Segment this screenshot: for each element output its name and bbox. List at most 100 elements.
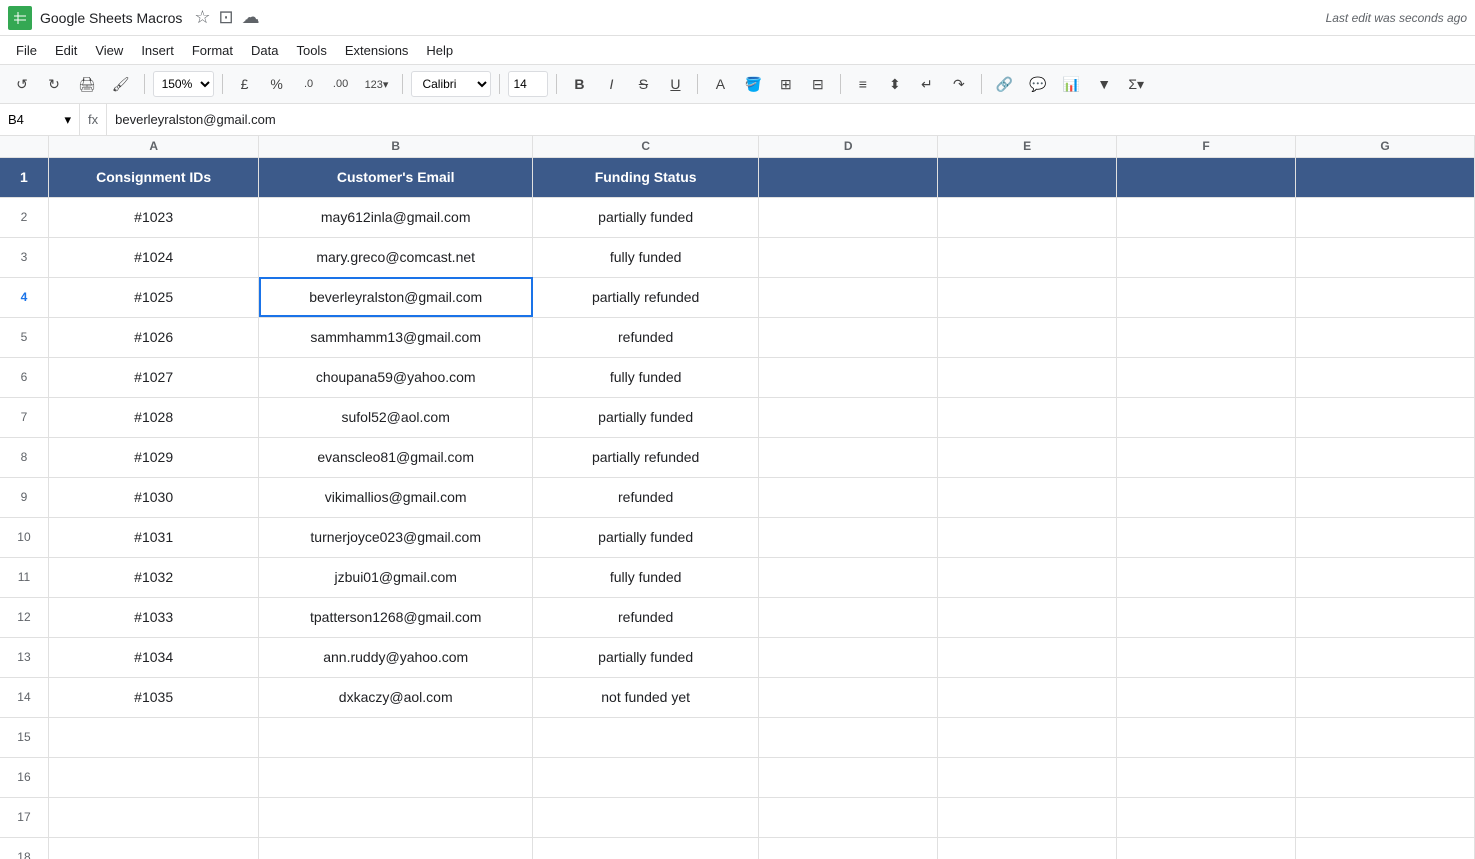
cell-e13[interactable]	[938, 637, 1117, 677]
rotate-button[interactable]: ↷	[945, 70, 973, 98]
cell-f3[interactable]	[1117, 237, 1296, 277]
cell-e15[interactable]	[938, 717, 1117, 757]
cell-d11[interactable]	[759, 557, 938, 597]
currency-button[interactable]: £	[231, 70, 259, 98]
cell-e14[interactable]	[938, 677, 1117, 717]
filter-button[interactable]: ▼	[1090, 70, 1118, 98]
col-header-f[interactable]: F	[1117, 136, 1296, 157]
cell-f18[interactable]	[1117, 837, 1296, 859]
cell-d9[interactable]	[759, 477, 938, 517]
cell-b16[interactable]	[259, 757, 533, 797]
cell-f2[interactable]	[1117, 197, 1296, 237]
cell-b12[interactable]: tpatterson1268@gmail.com	[259, 597, 533, 637]
function-button[interactable]: Σ▾	[1122, 70, 1150, 98]
cell-d3[interactable]	[759, 237, 938, 277]
cell-e2[interactable]	[938, 197, 1117, 237]
cell-c14[interactable]: not funded yet	[533, 677, 759, 717]
menu-help[interactable]: Help	[418, 40, 461, 61]
cell-a2[interactable]: #1023	[48, 197, 258, 237]
cell-f1[interactable]	[1117, 157, 1296, 197]
cell-a9[interactable]: #1030	[48, 477, 258, 517]
underline-button[interactable]: U	[661, 70, 689, 98]
cell-g2[interactable]	[1296, 197, 1475, 237]
cell-d2[interactable]	[759, 197, 938, 237]
cell-f16[interactable]	[1117, 757, 1296, 797]
cell-f12[interactable]	[1117, 597, 1296, 637]
menu-edit[interactable]: Edit	[47, 40, 85, 61]
cell-g18[interactable]	[1296, 837, 1475, 859]
cell-b14[interactable]: dxkaczy@aol.com	[259, 677, 533, 717]
cell-d15[interactable]	[759, 717, 938, 757]
decimal0-button[interactable]: .0	[295, 70, 323, 98]
cell-c11[interactable]: fully funded	[533, 557, 759, 597]
cell-f7[interactable]	[1117, 397, 1296, 437]
cell-f17[interactable]	[1117, 797, 1296, 837]
col-header-a[interactable]: A	[48, 136, 258, 157]
cell-a6[interactable]: #1027	[48, 357, 258, 397]
cell-c9[interactable]: refunded	[533, 477, 759, 517]
cell-d18[interactable]	[759, 837, 938, 859]
cell-b9[interactable]: vikimallios@gmail.com	[259, 477, 533, 517]
star-icon[interactable]: ☆	[194, 7, 210, 28]
cell-d1[interactable]	[759, 157, 938, 197]
cell-e1[interactable]	[938, 157, 1117, 197]
bold-button[interactable]: B	[565, 70, 593, 98]
paint-format-button[interactable]: 🖌	[106, 70, 136, 98]
cell-f9[interactable]	[1117, 477, 1296, 517]
cell-ref-dropdown[interactable]: ▾	[64, 112, 71, 128]
cell-b3[interactable]: mary.greco@comcast.net	[259, 237, 533, 277]
cell-g14[interactable]	[1296, 677, 1475, 717]
comment-button[interactable]: 💬	[1023, 70, 1052, 98]
chart-button[interactable]: 📊	[1057, 70, 1086, 98]
cell-b1[interactable]: Customer's Email	[259, 157, 533, 197]
cell-e8[interactable]	[938, 437, 1117, 477]
cell-e4[interactable]	[938, 277, 1117, 317]
undo-button[interactable]: ↺	[8, 70, 36, 98]
cell-a1[interactable]: Consignment IDs	[48, 157, 258, 197]
cell-g12[interactable]	[1296, 597, 1475, 637]
cell-a14[interactable]: #1035	[48, 677, 258, 717]
cell-b18[interactable]	[259, 837, 533, 859]
cell-c13[interactable]: partially funded	[533, 637, 759, 677]
cell-a11[interactable]: #1032	[48, 557, 258, 597]
cell-f4[interactable]	[1117, 277, 1296, 317]
scroll-area[interactable]: A B C D E F G 1 Consignment IDs Customer…	[0, 136, 1475, 859]
cell-b17[interactable]	[259, 797, 533, 837]
cell-f5[interactable]	[1117, 317, 1296, 357]
cell-g1[interactable]	[1296, 157, 1475, 197]
row-num-9[interactable]: 9	[0, 477, 48, 517]
row-num-13[interactable]: 13	[0, 637, 48, 677]
cell-c7[interactable]: partially funded	[533, 397, 759, 437]
cell-d13[interactable]	[759, 637, 938, 677]
merge-button[interactable]: ⊟	[804, 70, 832, 98]
row-num-11[interactable]: 11	[0, 557, 48, 597]
cell-c5[interactable]: refunded	[533, 317, 759, 357]
cell-d12[interactable]	[759, 597, 938, 637]
cell-c12[interactable]: refunded	[533, 597, 759, 637]
cell-g17[interactable]	[1296, 797, 1475, 837]
cell-d14[interactable]	[759, 677, 938, 717]
cell-e11[interactable]	[938, 557, 1117, 597]
row-num-12[interactable]: 12	[0, 597, 48, 637]
cell-g7[interactable]	[1296, 397, 1475, 437]
cell-e12[interactable]	[938, 597, 1117, 637]
row-num-18[interactable]: 18	[0, 837, 48, 859]
text-color-button[interactable]: A	[706, 70, 734, 98]
cell-f11[interactable]	[1117, 557, 1296, 597]
cell-g13[interactable]	[1296, 637, 1475, 677]
cell-g9[interactable]	[1296, 477, 1475, 517]
cell-c15[interactable]	[533, 717, 759, 757]
cell-b2[interactable]: may612inla@gmail.com	[259, 197, 533, 237]
decimal00-button[interactable]: .00	[327, 70, 355, 98]
cell-d7[interactable]	[759, 397, 938, 437]
cell-f14[interactable]	[1117, 677, 1296, 717]
cell-d6[interactable]	[759, 357, 938, 397]
more-formats-button[interactable]: 123▾	[359, 70, 395, 98]
cell-a10[interactable]: #1031	[48, 517, 258, 557]
wrap-button[interactable]: ↵	[913, 70, 941, 98]
cloud-icon[interactable]: ☁	[242, 7, 260, 28]
cell-f13[interactable]	[1117, 637, 1296, 677]
cell-c2[interactable]: partially funded	[533, 197, 759, 237]
cell-a18[interactable]	[48, 837, 258, 859]
cell-a16[interactable]	[48, 757, 258, 797]
